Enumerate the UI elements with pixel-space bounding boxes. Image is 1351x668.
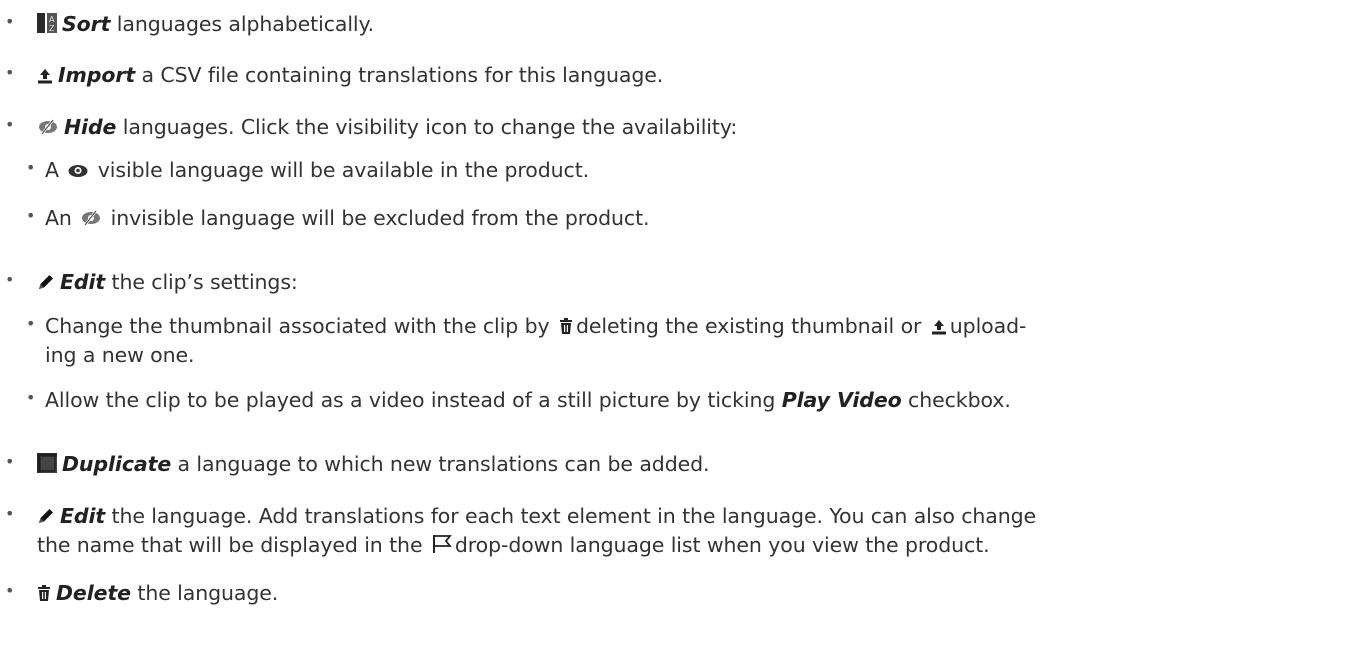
item-text: visible language will be available in th…: [91, 158, 590, 182]
item-text: the clip’s settings:: [105, 270, 298, 294]
bullet: •: [26, 388, 36, 407]
duplicate-label: Duplicate: [62, 452, 172, 476]
item-text: An: [45, 206, 72, 230]
item-text: deleting the existing thumbnail or: [575, 314, 922, 338]
import-label: Import: [58, 63, 136, 87]
item-text: ing a new one.: [45, 343, 195, 367]
page: { "items": [ {"emph": "Sort", "text": " …: [0, 0, 1351, 668]
item-text: languages. Click the visibility icon to …: [116, 115, 738, 139]
delete-label: Delete: [56, 581, 131, 605]
item-text: A: [45, 158, 59, 182]
item-text: the language. Add translations for each …: [105, 504, 1037, 528]
bullet: •: [5, 115, 15, 134]
item-text: the language.: [130, 581, 279, 605]
svg-text:A: A: [49, 15, 55, 24]
item-text: upload-: [949, 314, 1027, 338]
hide-label: Hide: [64, 115, 117, 139]
bullet: •: [26, 206, 36, 225]
edit-label: Edit: [60, 504, 106, 528]
bullet: •: [5, 270, 15, 289]
item-text: checkbox.: [901, 388, 1011, 412]
bullet: •: [26, 314, 36, 333]
upload-icon: [931, 319, 947, 335]
sort-label: Sort: [62, 12, 111, 36]
item-text: Change the thumbnail associated with the…: [45, 314, 550, 338]
duplicate-icon: [37, 453, 57, 473]
trash-icon: [559, 318, 573, 335]
pencil-icon: [37, 507, 55, 525]
trash-icon: [37, 585, 51, 602]
sort-icon: AZ: [37, 13, 57, 33]
play-video-label: Play Video: [781, 388, 902, 412]
item-text: drop-down language list when you view th…: [454, 533, 990, 557]
item-text: a language to which new translations can…: [171, 452, 710, 476]
eye-icon: [67, 163, 89, 179]
item-text: the name that will be displayed in the: [37, 533, 423, 557]
upload-icon: [37, 68, 53, 84]
bullet: •: [5, 581, 15, 600]
item-text: Allow the clip to be played as a video i…: [45, 388, 782, 412]
eye-slash-icon: [37, 118, 59, 136]
eye-slash-icon: [80, 209, 102, 227]
bullet: •: [5, 452, 15, 471]
item-text: invisible language will be excluded from…: [104, 206, 650, 230]
item-text: a CSV file containing translations for t…: [135, 63, 664, 87]
svg-text:Z: Z: [49, 24, 55, 33]
edit-label: Edit: [60, 270, 106, 294]
flag-icon: [432, 534, 452, 554]
pencil-icon: [37, 273, 55, 291]
bullet: •: [5, 63, 15, 82]
bullet: •: [5, 504, 15, 523]
item-text: languages alphabetically.: [110, 12, 375, 36]
bullet: •: [5, 12, 15, 31]
bullet: •: [26, 158, 36, 177]
